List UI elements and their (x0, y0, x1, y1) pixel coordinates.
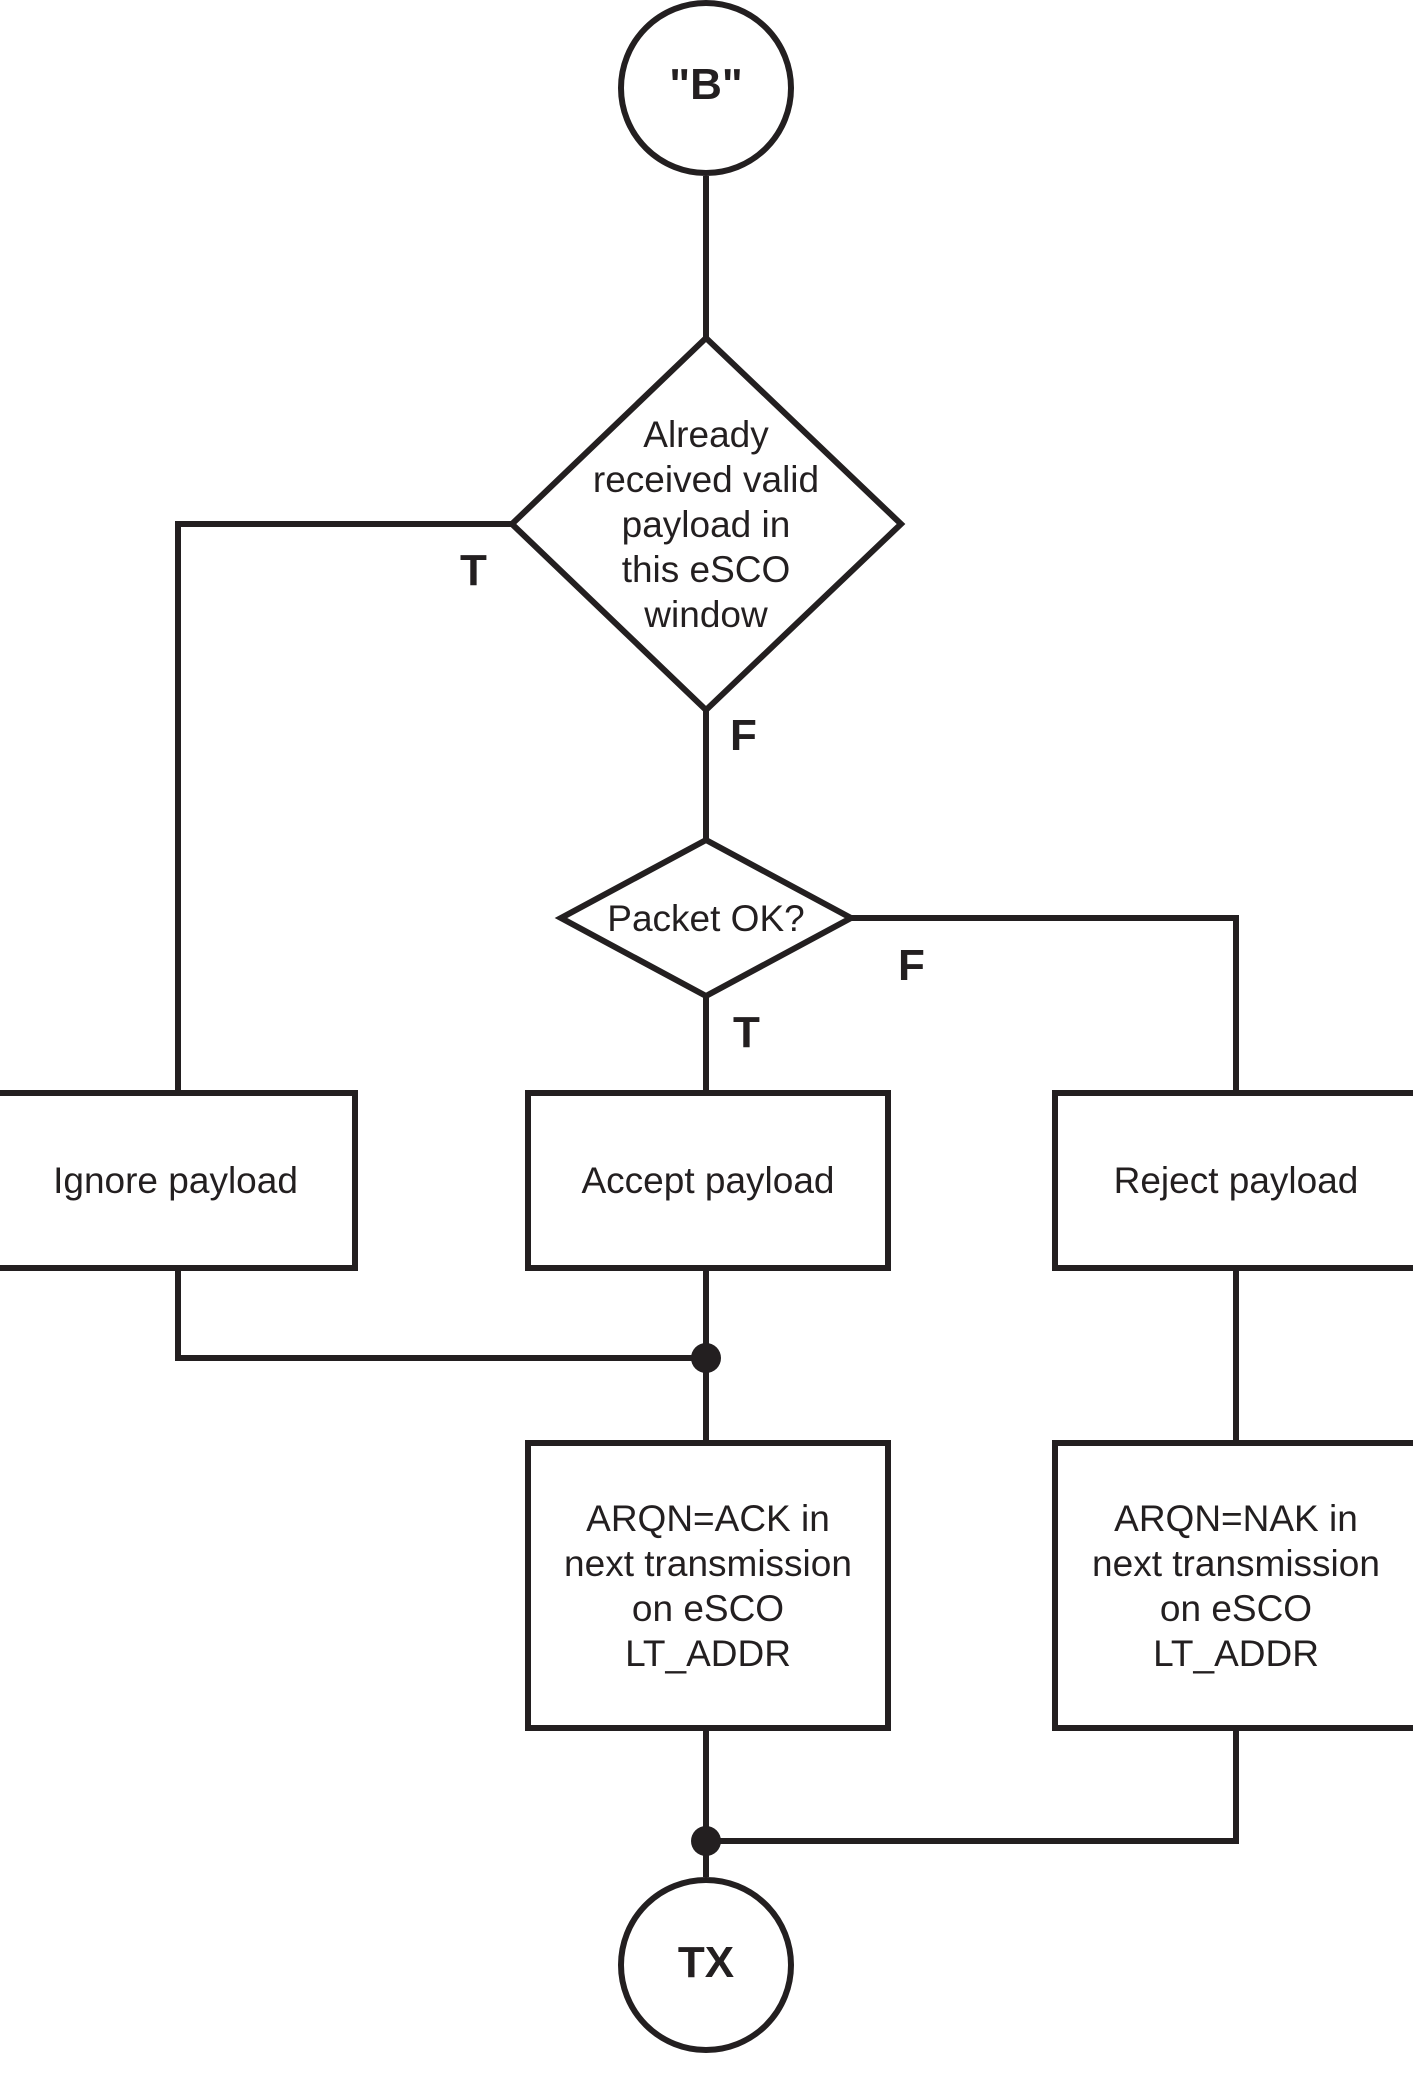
branch-label-already-received-true: T (460, 546, 487, 595)
branch-label-packet-ok-true: T (733, 1008, 760, 1057)
junction-dot-tx-merge (691, 1826, 721, 1856)
node-process-reject-payload[interactable] (1052, 1090, 1413, 1271)
node-process-accept-payload[interactable] (525, 1090, 891, 1271)
edge-arqn-nak-to-tx-junction (706, 1728, 1239, 1844)
node-start-connector-b[interactable] (618, 0, 794, 176)
flowchart-canvas: "B" Already received valid payload in th… (0, 0, 1413, 2074)
edge-already-received-true-to-ignore (175, 521, 512, 1093)
node-end-connector-tx[interactable] (618, 1877, 794, 2053)
node-process-arqn-ack[interactable] (525, 1440, 891, 1731)
node-decision-packet-ok[interactable] (554, 836, 858, 1000)
flowchart-graphics (0, 0, 1413, 2053)
node-process-arqn-nak[interactable] (1052, 1440, 1413, 1731)
junction-dot-ack-merge (691, 1343, 721, 1373)
branch-label-packet-ok-false: F (898, 941, 925, 990)
edge-ignore-to-ack-junction (175, 1268, 706, 1361)
node-process-ignore-payload[interactable] (0, 1090, 358, 1271)
branch-label-already-received-false: F (730, 711, 757, 760)
node-decision-already-received[interactable] (507, 333, 906, 715)
